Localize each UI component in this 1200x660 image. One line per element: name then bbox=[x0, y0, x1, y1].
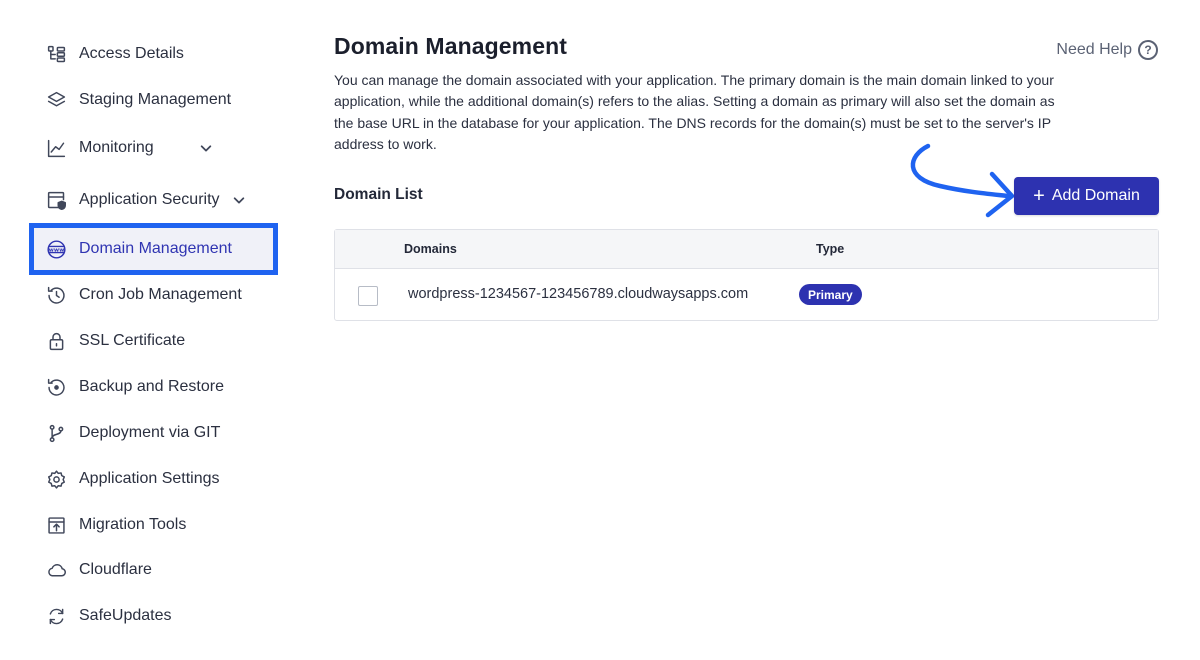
sidebar-item-label: Deployment via GIT bbox=[79, 424, 221, 441]
sidebar-item-label: SafeUpdates bbox=[79, 607, 172, 624]
sidebar-item-label: Application Settings bbox=[79, 470, 220, 487]
sidebar-item-staging-management[interactable]: Staging Management bbox=[44, 85, 231, 115]
sidebar-item-safeupdates[interactable]: SafeUpdates bbox=[44, 601, 172, 631]
sidebar-item-label: Backup and Restore bbox=[79, 378, 224, 395]
main-content: Domain Management Need Help ? You can ma… bbox=[334, 0, 1164, 660]
www-globe-icon: www bbox=[44, 237, 68, 261]
help-circle-icon: ? bbox=[1138, 40, 1158, 60]
sidebar-item-application-settings[interactable]: Application Settings bbox=[44, 464, 220, 494]
sidebar-item-deployment-via-git[interactable]: Deployment via GIT bbox=[44, 418, 220, 448]
sidebar-item-application-security[interactable]: Application Security bbox=[44, 185, 248, 215]
page-description: You can manage the domain associated wit… bbox=[334, 72, 1055, 152]
need-help-link[interactable]: Need Help ? bbox=[1056, 40, 1158, 60]
history-clock-icon bbox=[44, 283, 68, 307]
sidebar-item-access-details[interactable]: Access Details bbox=[44, 39, 184, 69]
sidebar-item-label: Monitoring bbox=[79, 139, 154, 156]
plus-icon: + bbox=[1033, 185, 1045, 207]
column-header-domains: Domains bbox=[404, 242, 457, 256]
sidebar-item-label: Cloudflare bbox=[79, 561, 152, 578]
sidebar-item-domain-management[interactable]: www Domain Management bbox=[44, 234, 232, 264]
layers-icon bbox=[44, 88, 68, 112]
sidebar-item-label: Application Security bbox=[79, 191, 220, 208]
sidebar-item-label: Access Details bbox=[79, 45, 184, 62]
table-row: wordpress-1234567-123456789.cloudwaysapp… bbox=[335, 269, 1158, 321]
sidebar-item-cloudflare[interactable]: Cloudflare bbox=[44, 555, 152, 585]
domain-cell: wordpress-1234567-123456789.cloudwaysapp… bbox=[408, 286, 749, 302]
upload-box-icon bbox=[44, 513, 68, 537]
sidebar-item-backup-and-restore[interactable]: Backup and Restore bbox=[44, 372, 224, 402]
domain-list-title: Domain List bbox=[334, 186, 423, 203]
table-header: Domains Type bbox=[335, 230, 1158, 269]
sidebar-item-label: Migration Tools bbox=[79, 516, 187, 533]
lock-icon bbox=[44, 329, 68, 353]
need-help-label: Need Help bbox=[1056, 41, 1132, 58]
domain-table: Domains Type wordpress-1234567-123456789… bbox=[334, 229, 1159, 321]
help-symbol: ? bbox=[1144, 43, 1152, 57]
chevron-down-icon[interactable] bbox=[232, 192, 248, 208]
git-branch-icon bbox=[44, 421, 68, 445]
add-domain-label: Add Domain bbox=[1051, 187, 1140, 204]
page-title: Domain Management bbox=[334, 33, 568, 59]
refresh-icon bbox=[44, 604, 68, 628]
chart-line-icon bbox=[44, 136, 68, 160]
sidebar-item-label: SSL Certificate bbox=[79, 332, 186, 349]
chevron-down-icon[interactable] bbox=[199, 140, 215, 156]
cloud-icon bbox=[44, 558, 68, 582]
svg-text:www: www bbox=[48, 247, 64, 253]
sidebar-item-label: Domain Management bbox=[79, 240, 232, 257]
row-checkbox[interactable] bbox=[358, 286, 378, 306]
sidebar-item-migration-tools[interactable]: Migration Tools bbox=[44, 510, 186, 540]
sidebar-item-cron-job-management[interactable]: Cron Job Management bbox=[44, 280, 242, 310]
shield-window-icon bbox=[44, 188, 68, 212]
sidebar: Access Details Staging Management Monito… bbox=[0, 0, 300, 660]
primary-badge: Primary bbox=[799, 284, 862, 305]
sidebar-item-ssl-certificate[interactable]: SSL Certificate bbox=[44, 326, 185, 356]
sidebar-item-label: Cron Job Management bbox=[79, 286, 242, 303]
sidebar-item-monitoring[interactable]: Monitoring bbox=[44, 133, 215, 163]
backup-restore-icon bbox=[44, 375, 68, 399]
gear-icon bbox=[44, 467, 68, 491]
sidebar-item-label: Staging Management bbox=[79, 91, 232, 108]
access-details-icon bbox=[44, 42, 68, 66]
column-header-type: Type bbox=[816, 242, 845, 256]
add-domain-button[interactable]: + Add Domain bbox=[1014, 177, 1159, 215]
